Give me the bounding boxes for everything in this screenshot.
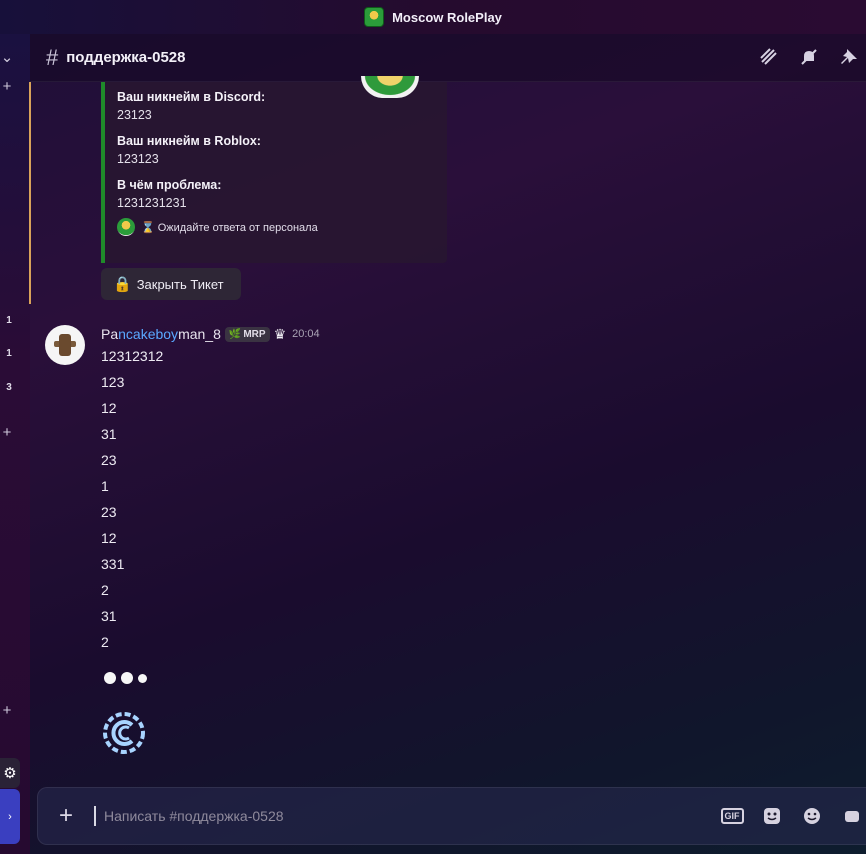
gear-icon[interactable]: ⚙: [0, 758, 20, 788]
message-input[interactable]: [94, 806, 722, 826]
embed-field-value: 123123: [117, 152, 159, 166]
message-line: 31: [101, 426, 117, 442]
threads-icon[interactable]: [758, 46, 780, 68]
unread-count: 1: [6, 348, 12, 359]
sticker-icon[interactable]: [762, 806, 782, 826]
message-line: 2: [101, 582, 109, 598]
message-line: 1: [101, 478, 109, 494]
header-toolbar: [758, 46, 860, 68]
dots-emoji: [104, 672, 147, 684]
server-rail: ⌄ + 1 1 3 + +: [0, 34, 30, 854]
server-logo-icon: [364, 7, 385, 27]
message-line: 23: [101, 504, 117, 520]
plus-icon[interactable]: +: [0, 702, 14, 719]
server-tag-badge[interactable]: 🌿 MRP: [224, 326, 270, 342]
close-ticket-label: Закрыть Тикет: [136, 276, 224, 292]
plus-icon[interactable]: +: [0, 424, 14, 441]
embed-field-value: 23123: [117, 108, 152, 122]
ticket-embed: Ваш никнейм в Discord: 23123 Ваш никнейм…: [101, 76, 447, 263]
message-line: 331: [101, 556, 125, 572]
embed-field-value: 1231231231: [117, 196, 187, 210]
author-name[interactable]: Pancakeboyman_8: [101, 326, 221, 342]
gear-c-emoji: [101, 710, 147, 756]
message-header: Pancakeboyman_8 🌿 MRP ♛ 20:04: [101, 325, 320, 343]
unread-count: 1: [6, 315, 12, 326]
embed-footer: ⌛ Ожидайте ответа от персонала: [117, 218, 447, 236]
leaf-icon: 🌿: [228, 328, 242, 340]
message-content: 12312312 123 12 31 23 1 23 12 331 2 31 2: [101, 346, 163, 658]
channel-header: # поддержка-0528: [30, 34, 866, 82]
attach-plus-button[interactable]: +: [38, 788, 94, 844]
window-title: Moscow RolePlay: [392, 9, 502, 25]
message-line: 12312312: [101, 348, 164, 364]
pin-icon[interactable]: [838, 46, 860, 68]
message-composer: + GIF: [37, 787, 866, 845]
apps-icon[interactable]: [842, 806, 862, 826]
bot-avatar-icon: [117, 218, 135, 236]
chevron-down-icon[interactable]: ⌄: [0, 48, 14, 66]
crown-icon: ♛: [273, 325, 287, 342]
user-panel-button[interactable]: ›: [0, 789, 20, 844]
gif-icon[interactable]: GIF: [720, 806, 744, 826]
lock-icon: 🔒: [113, 276, 132, 293]
timestamp: 20:04: [292, 328, 320, 340]
channel-name: поддержка-0528: [66, 49, 186, 66]
title-bar: Moscow RolePlay: [0, 0, 866, 34]
emoji-icon[interactable]: [802, 806, 822, 826]
embed-footer-text: ⌛ Ожидайте ответа от персонала: [141, 221, 318, 234]
message-line: 123: [101, 374, 125, 390]
embed-field-name: В чём проблема:: [117, 178, 222, 192]
message-line: 23: [101, 452, 117, 468]
message-line: 31: [101, 608, 117, 624]
hash-icon: #: [46, 44, 59, 70]
message-line: 12: [101, 530, 117, 546]
avatar[interactable]: [45, 325, 85, 365]
embed-field-name: Ваш никнейм в Roblox:: [117, 134, 261, 148]
message-line: 12: [101, 400, 117, 416]
message-line: 2: [101, 634, 109, 650]
mute-icon[interactable]: [798, 46, 820, 68]
unread-count: 3: [6, 382, 12, 393]
close-ticket-button[interactable]: 🔒 Закрыть Тикет: [101, 268, 241, 300]
message-highlight-bar: [29, 82, 31, 304]
plus-icon[interactable]: +: [0, 78, 14, 95]
